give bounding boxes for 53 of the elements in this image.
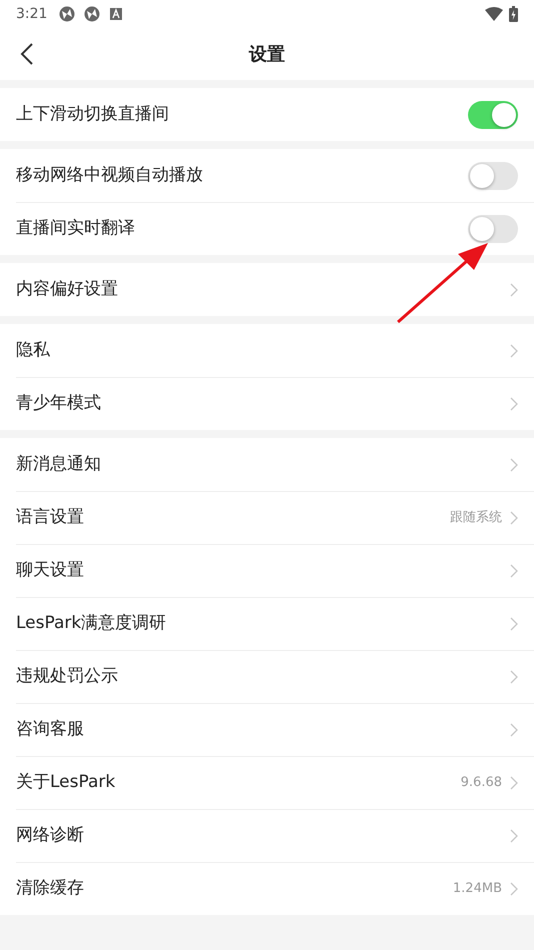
settings-row[interactable]: 新消息通知 (16, 438, 534, 491)
setting-label: 清除缓存 (16, 877, 85, 900)
setting-label: 语言设置 (16, 506, 85, 530)
setting-label: 新消息通知 (16, 452, 102, 476)
chevron-icon (510, 282, 518, 296)
toggle-switch[interactable] (468, 162, 518, 190)
setting-label: 直播间实时翻译 (16, 217, 136, 240)
setting-value: 1.24MB (452, 880, 502, 898)
setting-label: 关于LesPark (16, 771, 116, 794)
chevron-icon (510, 829, 518, 843)
setting-label: 上下滑动切换直播间 (16, 102, 170, 126)
chevron-icon (510, 344, 518, 358)
settings-row[interactable]: 隐私 (16, 324, 534, 377)
status-time: 3:21 (16, 4, 48, 24)
setting-label: 隐私 (16, 338, 51, 362)
chevron-icon (510, 723, 518, 737)
chevron-icon (510, 617, 518, 631)
settings-row[interactable]: 关于LesPark 9.6.68 (16, 756, 534, 809)
app-notification-icon (59, 6, 76, 22)
setting-label: 移动网络中视频自动播放 (16, 164, 204, 187)
setting-label: 网络诊断 (16, 824, 85, 848)
chevron-icon (510, 564, 518, 578)
settings-row[interactable]: LesPark满意度调研 (16, 597, 534, 650)
chevron-icon (510, 511, 518, 525)
setting-value: 跟随系统 (450, 509, 502, 528)
chevron-icon (510, 776, 518, 790)
settings-row[interactable]: 青少年模式 (16, 377, 534, 430)
setting-label: 内容偏好设置 (16, 278, 119, 301)
toggle-switch[interactable] (468, 215, 518, 243)
settings-row[interactable]: 违规处罚公示 (16, 650, 534, 703)
chevron-icon (510, 670, 518, 684)
chevron-icon (510, 882, 518, 896)
settings-row[interactable]: 网络诊断 (16, 809, 534, 862)
setting-value: 9.6.68 (460, 774, 502, 792)
keyboard-notification-icon (110, 8, 122, 20)
setting-label: 聊天设置 (16, 559, 85, 582)
settings-row[interactable]: 语言设置 跟随系统 (16, 491, 534, 544)
wifi-icon (485, 7, 503, 21)
setting-label: 青少年模式 (16, 392, 102, 416)
app-notification-icon (84, 6, 100, 22)
chevron-icon (510, 458, 518, 472)
settings-row[interactable]: 咨询客服 (16, 703, 534, 756)
page-title: 设置 (249, 42, 285, 66)
settings-row[interactable]: 清除缓存 1.24MB (16, 862, 534, 915)
setting-label: 违规处罚公示 (16, 665, 119, 688)
toggle-switch[interactable] (468, 100, 518, 128)
settings-row[interactable]: 移动网络中视频自动播放 (16, 149, 534, 202)
settings-row[interactable]: 直播间实时翻译 (16, 202, 534, 255)
setting-label: 咨询客服 (16, 718, 85, 742)
chevron-icon (510, 397, 518, 411)
battery-icon (509, 6, 518, 22)
setting-label: LesPark满意度调研 (16, 612, 168, 636)
settings-row[interactable]: 聊天设置 (16, 544, 534, 597)
